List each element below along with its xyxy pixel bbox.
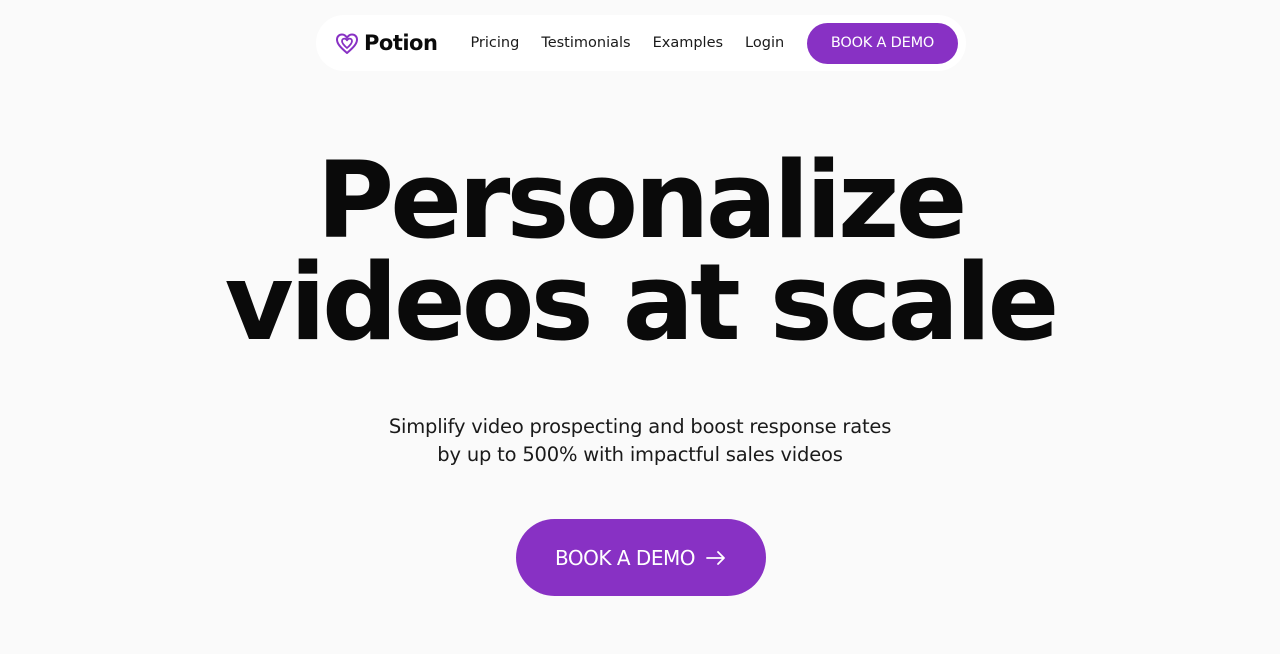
nav-link-pricing[interactable]: Pricing <box>470 35 519 51</box>
landing-page: Potion Pricing Testimonials Examples Log… <box>0 0 1280 654</box>
hero-book-demo-button[interactable]: BOOK A DEMO <box>516 519 766 596</box>
brand-name: Potion <box>364 31 438 55</box>
potion-heart-icon <box>334 30 360 56</box>
hero-title-line-2: videos at scale <box>224 241 1060 364</box>
logo-link[interactable]: Potion <box>334 30 438 56</box>
hero-subtitle: Simplify video prospecting and boost res… <box>0 413 1280 469</box>
hero-subtitle-line-1: Simplify video prospecting and boost res… <box>388 415 892 438</box>
hero-title: Personalize videos at scale <box>0 139 1280 364</box>
hero-subtitle-line-2: by up to 500% with impactful sales video… <box>437 443 843 466</box>
top-nav: Potion Pricing Testimonials Examples Log… <box>316 15 966 71</box>
nav-links: Pricing Testimonials Examples Login <box>459 35 795 51</box>
arrow-right-icon <box>705 547 727 569</box>
nav-link-login[interactable]: Login <box>745 35 784 51</box>
nav-link-examples[interactable]: Examples <box>653 35 723 51</box>
hero-cta-label: BOOK A DEMO <box>555 545 695 570</box>
nav-book-demo-button[interactable]: BOOK A DEMO <box>807 22 958 64</box>
hero-title-line-1: Personalize <box>316 139 967 262</box>
nav-link-testimonials[interactable]: Testimonials <box>541 35 630 51</box>
